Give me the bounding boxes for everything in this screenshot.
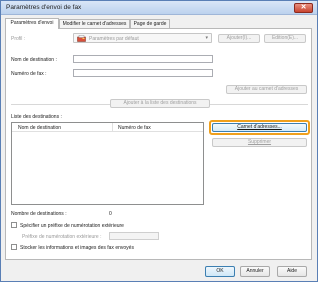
help-button[interactable]: Aide [277, 266, 307, 277]
destination-count-value: 0 [109, 211, 112, 217]
address-book-button[interactable]: Carnet d'adresses... [212, 123, 307, 132]
window-title: Paramètres d'envoi de fax [6, 4, 82, 11]
destination-list[interactable]: Nom de destination Numéro de fax [11, 122, 204, 205]
separator-right [210, 104, 308, 105]
cancel-button[interactable]: Annuler [240, 266, 270, 277]
add-profile-button[interactable]: Ajouter(I)... [218, 34, 260, 43]
outside-prefix-input[interactable] [109, 232, 159, 240]
tab-label: Page de garde [133, 21, 167, 27]
separator-left [11, 104, 110, 105]
column-header-name[interactable]: Nom de destination [18, 125, 61, 131]
address-book-button-label: Carnet d'adresses... [237, 124, 282, 130]
ok-button[interactable]: OK [205, 266, 235, 277]
tab-edit-address-book[interactable]: Modifier le carnet d'adresses [59, 19, 130, 28]
outside-prefix-checkbox[interactable] [11, 222, 17, 228]
fax-settings-dialog: Paramètres d'envoi de fax ✕ Paramètres d… [0, 0, 318, 282]
profile-select[interactable]: Paramètres par défaut ▾ [73, 33, 212, 43]
column-divider[interactable] [112, 123, 113, 132]
destination-name-input[interactable] [73, 55, 213, 63]
tab-label: Modifier le carnet d'adresses [62, 21, 127, 27]
delete-button-label: Supprimer [247, 139, 272, 145]
destination-list-header: Nom de destination Numéro de fax [12, 123, 203, 132]
profile-label: Profil : [11, 36, 26, 42]
close-button[interactable]: ✕ [294, 3, 313, 13]
destination-count-label: Nombre de destinations : [11, 211, 67, 217]
store-images-checkbox[interactable] [11, 244, 17, 250]
fax-number-input[interactable] [73, 69, 213, 77]
delete-destination-button[interactable]: Supprimer [212, 138, 307, 147]
profile-selected-value: Paramètres par défaut [89, 36, 139, 42]
title-bar: Paramètres d'envoi de fax ✕ [1, 1, 317, 15]
store-images-checkbox-label: Stocker les informations et images des f… [20, 245, 134, 251]
tab-cover-page[interactable]: Page de garde [130, 19, 170, 28]
edit-profile-button[interactable]: Edition(E)... [264, 34, 306, 43]
tab-send-settings[interactable]: Paramètres d'envoi [5, 18, 59, 29]
destination-name-label: Nom de destination : [11, 57, 57, 63]
close-icon: ✕ [300, 4, 307, 11]
add-to-address-book-button[interactable]: Ajouter au carnet d'adresses [226, 85, 307, 94]
chevron-down-icon: ▾ [205, 35, 208, 41]
fax-number-label: Numéro de fax : [11, 71, 47, 77]
fax-profile-icon [77, 35, 86, 42]
tab-label: Paramètres d'envoi [10, 20, 54, 26]
outside-prefix-label: Préfixe de numérotation extérieure : [22, 234, 102, 240]
outside-prefix-checkbox-label: Spécifier un préfixe de numérotation ext… [20, 223, 124, 229]
column-header-fax[interactable]: Numéro de fax [118, 125, 151, 131]
add-to-list-button[interactable]: Ajouter à la liste des destinations [110, 99, 210, 108]
destination-list-label: Liste des destinations : [11, 114, 62, 120]
